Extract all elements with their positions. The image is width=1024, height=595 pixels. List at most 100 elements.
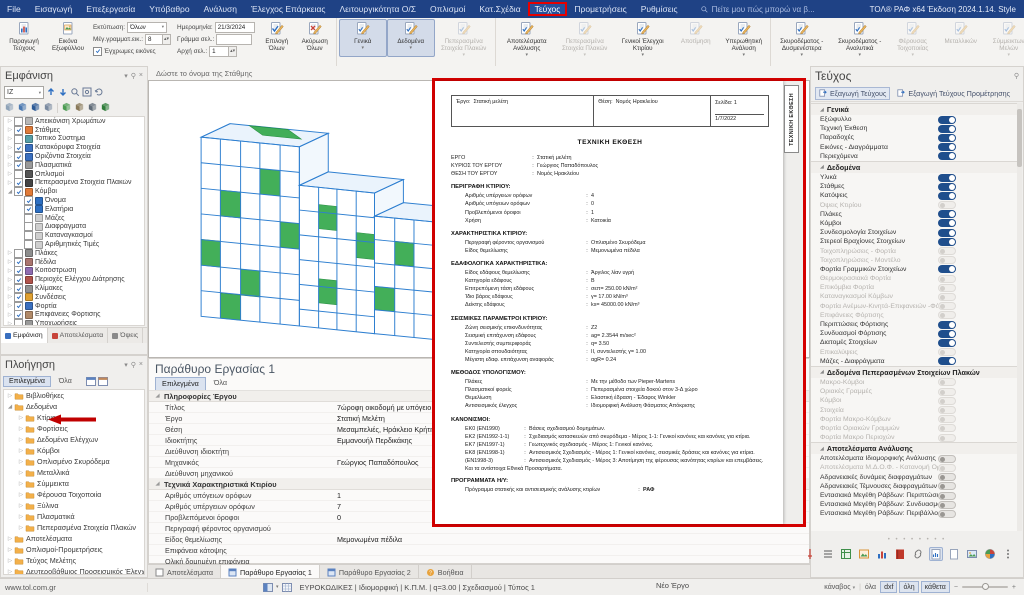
- bottom-tab-παράθυρο-εργασίας-2[interactable]: Παράθυρο Εργασίας 2: [320, 565, 419, 579]
- display-tree-item-πέδιλα[interactable]: ▷Πέδιλα: [4, 258, 144, 267]
- render-green-1-icon[interactable]: [61, 99, 72, 117]
- nav-item-οπλισμένο-σκυρόδεμα[interactable]: ▷Οπλισμένο Σκυρόδεμα: [4, 456, 144, 467]
- pin-icon[interactable]: ⚲: [131, 361, 136, 369]
- issue-section-δεδομένα[interactable]: ◢Δεδομένα: [811, 161, 1017, 173]
- display-tree-item-επιφάνειες-φόρτισης[interactable]: ▷Επιφάνειες Φόρτισης: [4, 311, 144, 320]
- menu-item-file[interactable]: File: [0, 2, 28, 16]
- ribbon-button-γενικά[interactable]: Γενικά▾: [339, 19, 387, 57]
- nav-item-πεπερασμένα-στοιχεία-πλακών[interactable]: ▷Πεπερασμένα Στοιχεία Πλακών: [4, 522, 144, 533]
- ribbon-button-σκυροδέματος-δυσμενέστερα[interactable]: Σκυροδέματος - Δυσμενέστερα▾: [773, 19, 831, 57]
- display-tree-item-πλασματικά[interactable]: ▷Πλασματικά: [4, 161, 144, 170]
- view-button-dxf[interactable]: dxf: [880, 581, 897, 593]
- expander-icon[interactable]: ▷: [6, 321, 14, 326]
- nav-item-σύμμεικτα[interactable]: ▷Σύμμεικτα: [4, 478, 144, 489]
- checkbox[interactable]: [14, 267, 23, 276]
- expander-icon[interactable]: ▷: [6, 303, 14, 309]
- expander-icon[interactable]: ▷: [6, 547, 14, 553]
- menu-item-εισαγωγή[interactable]: Εισαγωγή: [28, 2, 80, 16]
- display-tree-item-κοιτόστρωση[interactable]: ▷Κοιτόστρωση: [4, 267, 144, 276]
- expander-icon[interactable]: ▷: [17, 470, 25, 476]
- menu-item-ρυθμίσεις[interactable]: Ρυθμίσεις: [634, 2, 685, 16]
- checkbox[interactable]: [14, 152, 23, 161]
- ribbon-button-cover-image[interactable]: Εικόνα Εξωφύλλου: [46, 19, 90, 57]
- nav-item-ξύλινα[interactable]: ▷Ξύλινα: [4, 500, 144, 511]
- export-table-icon[interactable]: [839, 547, 853, 561]
- expander-icon[interactable]: ▷: [6, 136, 14, 142]
- blank-page-icon[interactable]: [947, 547, 961, 561]
- display-tree-item-ελατήρια[interactable]: Ελατήρια: [4, 205, 144, 214]
- display-tree-item-αριθμητικές-τιμές[interactable]: Αριθμητικές Τιμές: [4, 240, 144, 249]
- property-value[interactable]: Μεμονωμένα πέδιλα: [337, 535, 809, 544]
- toggle-στάθμες[interactable]: [938, 183, 956, 191]
- workspace-tab-επιλεγμένα[interactable]: Επιλεγμένα: [155, 377, 206, 390]
- pin-icon[interactable]: ⚲: [1014, 72, 1019, 80]
- view-cube-4-icon[interactable]: [43, 99, 54, 117]
- startpage-stepper[interactable]: 1▴▾: [209, 46, 237, 57]
- display-tab-αποτελέσματα[interactable]: Αποτελέσματα: [48, 328, 109, 343]
- display-tree-item-οριζόντια-στοιχεία[interactable]: ▷Οριζόντια Στοιχεία: [4, 152, 144, 161]
- checkbox[interactable]: [14, 170, 23, 179]
- pin-icon[interactable]: [803, 547, 817, 561]
- menu-item-έλεγχος-επάρκειας[interactable]: Έλεγχος Επάρκειας: [244, 2, 332, 16]
- render-green-2-icon[interactable]: [100, 99, 111, 117]
- checkbox[interactable]: [14, 284, 23, 293]
- tell-me-search[interactable]: Πείτε μου πώς μπορώ να β...: [701, 5, 815, 14]
- export-image-icon[interactable]: [857, 547, 871, 561]
- issue-section-δεδομένα-πεπερασμένων-στοιχείων-πλακών[interactable]: ◢Δεδομένα Πεπερασμένων Στοιχείων Πλακών: [811, 366, 1017, 378]
- menu-item-λειτουργικότητα-ο-σ[interactable]: Λειτουργικότητα Ο/Σ: [332, 2, 423, 16]
- toggle-συνδυασμοί-φόρτισης[interactable]: [938, 330, 956, 338]
- expander-icon[interactable]: ▷: [17, 448, 25, 454]
- display-tab-εμφάνιση[interactable]: Εμφάνιση: [1, 328, 48, 343]
- display-tree-item-στάθμες[interactable]: ▷Στάθμες: [4, 126, 144, 135]
- checkbox[interactable]: [14, 293, 23, 302]
- toggle-υλικά[interactable]: [938, 174, 956, 182]
- nav-item-βιβλιοθήκες[interactable]: ▷Βιβλιοθήκες: [4, 390, 144, 401]
- nav-item-οπλισμοί-προμετρήσεις[interactable]: ▷Οπλισμοί-Προμετρήσεις: [4, 544, 144, 555]
- menu-item-οπλισμοί[interactable]: Οπλισμοί: [423, 2, 472, 16]
- expander-icon[interactable]: ◢: [6, 404, 14, 410]
- toggle-αποτελέσματα-ιδιομορφικής-ανάλυσης-φ[interactable]: [938, 455, 956, 463]
- issue-section-αποτελέσματα-ανάλυσης[interactable]: ◢Αποτελέσματα Ανάλυσης: [811, 442, 1017, 454]
- expander-icon[interactable]: ▷: [17, 525, 25, 531]
- toggle-περιεχόμενα[interactable]: [938, 152, 956, 160]
- toggle-παραδοχές[interactable]: [938, 134, 956, 142]
- window-2-icon[interactable]: [98, 377, 108, 386]
- report-icon[interactable]: [893, 547, 907, 561]
- checkbox[interactable]: [24, 231, 33, 240]
- bottom-tab-παράθυρο-εργασίας-1[interactable]: Παράθυρο Εργασίας 1: [221, 565, 320, 579]
- toggle-αδρανειακές-δυνάμεις-διαφραγμάτων[interactable]: [938, 473, 956, 481]
- nav-item-κόμβοι[interactable]: ▷Κόμβοι: [4, 445, 144, 456]
- display-tree-item-υποχωρήσεις[interactable]: ▷Υποχωρήσεις: [4, 319, 144, 326]
- expander-icon[interactable]: ▷: [6, 286, 14, 292]
- expander-icon[interactable]: ▷: [6, 145, 14, 151]
- menu-item-επεξεργασία[interactable]: Επεξεργασία: [79, 2, 142, 16]
- nav-item-αποτελέσματα[interactable]: ▷Αποτελέσματα: [4, 533, 144, 544]
- display-tree-item-καταναγκασμοί[interactable]: Καταναγκασμοί: [4, 231, 144, 240]
- zoom-in-button[interactable]: +: [1012, 584, 1016, 591]
- expander-icon[interactable]: ▷: [6, 259, 14, 265]
- expander-icon[interactable]: ▷: [6, 393, 14, 399]
- toggle-στερεοί-βραχίονες-στοιχείων[interactable]: [938, 238, 956, 246]
- expander-icon[interactable]: ▷: [6, 268, 14, 274]
- zoom-slider[interactable]: [962, 586, 1008, 588]
- display-tree-item-κατακόρυφα-στοιχεία[interactable]: ▷Κατακόρυφα Στοιχεία: [4, 143, 144, 152]
- bottom-tab-βοήθεια[interactable]: ?Βοήθεια: [419, 565, 472, 579]
- display-tree-item-συνδέσεις[interactable]: ▷Συνδέσεις: [4, 293, 144, 302]
- checkbox[interactable]: [24, 240, 33, 249]
- ribbon-button-δεδομένα[interactable]: Δεδομένα▾: [387, 19, 435, 57]
- nav-item-πλασματικά[interactable]: ▷Πλασματικά: [4, 511, 144, 522]
- toggle-κόμβοι[interactable]: [938, 219, 956, 227]
- nav-item-δευτεροβάθμιος-προσεισμικός-έλεγχος[interactable]: ▷Δευτεροβάθμιος Προσεισμικός Έλεγχος: [4, 566, 144, 575]
- checkbox[interactable]: [14, 302, 23, 311]
- analysis-settings-summary[interactable]: ΕΥΡΟΚΩΔΙΚΕΣ | Ιδιομορφική | Κ.Π.Μ. | q=3…: [300, 583, 535, 592]
- expander-icon[interactable]: ▷: [6, 127, 14, 133]
- ribbon-button-γενικοί-έλεγχοι-κτιρίου[interactable]: Γενικοί Έλεγχοι Κτιρίου▾: [614, 19, 672, 57]
- nav-item-τεύχος-μελέτης[interactable]: ▷Τεύχος Μελέτης: [4, 555, 144, 566]
- menu-item-υπόβαθρο[interactable]: Υπόβαθρο: [142, 2, 196, 16]
- display-tree-item-φορτία[interactable]: ▷Φορτία: [4, 302, 144, 311]
- expander-icon[interactable]: ◢: [6, 189, 14, 195]
- expander-icon[interactable]: ▷: [6, 250, 14, 256]
- expander-icon[interactable]: ◢: [820, 369, 824, 375]
- display-tree-item-κλίμακες[interactable]: ▷Κλίμακες: [4, 284, 144, 293]
- display-tree-item-πεπερασμένα-στοιχεία-πλακών[interactable]: ▷Πεπερασμένα Στοιχεία Πλακών: [4, 179, 144, 188]
